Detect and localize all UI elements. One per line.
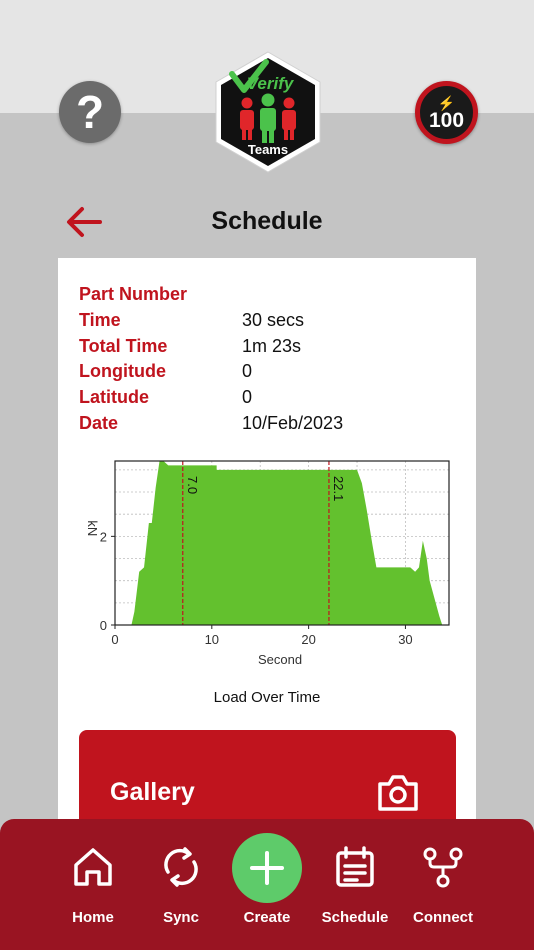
- create-button[interactable]: [232, 833, 302, 903]
- detail-list: Part Number Time 30 secs Total Time 1m 2…: [79, 282, 343, 436]
- logo-word: Verify: [247, 74, 295, 93]
- detail-label: Latitude: [79, 387, 149, 408]
- home-icon: [74, 848, 112, 886]
- detail-row-time: Time 30 secs: [79, 308, 343, 334]
- detail-value: 1m 23s: [242, 335, 302, 356]
- lightning-icon: ⚡: [437, 95, 456, 111]
- score-badge[interactable]: ⚡ 100: [415, 81, 478, 144]
- question-mark-icon: ?: [75, 86, 105, 138]
- detail-row-total-time: Total Time 1m 23s: [79, 333, 343, 359]
- detail-label: Date: [79, 412, 119, 433]
- detail-label: Part Number: [79, 284, 188, 305]
- load-chart-svg: 7.0 22.10 10 20 3002SecondkN: [85, 460, 450, 667]
- page-title: Schedule: [211, 207, 323, 235]
- x-tick-label: 10: [205, 632, 219, 647]
- nav-create[interactable]: Create: [226, 819, 308, 950]
- gallery-label: Gallery: [110, 778, 195, 806]
- x-tick-label: 20: [301, 632, 315, 647]
- plus-icon: [250, 851, 284, 885]
- load-area: [131, 461, 443, 625]
- connect-icon: [423, 847, 463, 888]
- y-axis-label: kN: [85, 520, 100, 536]
- x-tick-label: 0: [111, 632, 118, 647]
- nav-connect[interactable]: Connect: [402, 819, 484, 950]
- nav-schedule-label: Schedule: [321, 909, 389, 926]
- camera-icon: [378, 775, 418, 811]
- detail-label: Time: [79, 310, 121, 331]
- detail-value: 10/Feb/2023: [242, 412, 344, 433]
- detail-value: 0: [242, 361, 253, 382]
- help-button[interactable]: ?: [59, 81, 121, 143]
- detail-value: 30 secs: [242, 310, 305, 331]
- schedule-detail-card: Part Number Time 30 secs Total Time 1m 2…: [58, 258, 476, 860]
- marker-label: 22.1: [331, 476, 346, 501]
- y-tick-label: 0: [100, 618, 107, 633]
- sync-icon: [164, 847, 198, 887]
- detail-label: Total Time: [79, 335, 168, 356]
- detail-row-longitude: Longitude 0: [79, 359, 343, 385]
- x-tick-label: 30: [398, 632, 412, 647]
- nav-create-label: Create: [243, 909, 291, 926]
- load-chart: 7.0 22.1 0 10 20 30 0 2 Second kN: [78, 456, 458, 674]
- marker-label: 7.0: [185, 476, 200, 494]
- detail-row-date: Date 10/Feb/2023: [79, 410, 343, 436]
- chart-caption: Load Over Time: [213, 689, 321, 706]
- verify-teams-logo: Verify Teams: [212, 50, 324, 174]
- schedule-icon: [336, 846, 374, 887]
- detail-row-latitude: Latitude 0: [79, 385, 343, 411]
- nav-sync-label: Sync: [163, 909, 199, 926]
- x-axis-label: Second: [258, 652, 302, 667]
- score-value: 100: [428, 109, 465, 132]
- nav-sync[interactable]: Sync: [140, 819, 222, 950]
- detail-row-part-number: Part Number: [79, 282, 343, 308]
- nav-home[interactable]: Home: [52, 819, 134, 950]
- detail-label: Longitude: [79, 361, 166, 382]
- nav-connect-label: Connect: [413, 909, 473, 926]
- detail-value: 0: [242, 387, 253, 408]
- nav-home-label: Home: [72, 909, 114, 926]
- bottom-nav: Home Sync Create Schedule Connect: [0, 819, 534, 950]
- nav-schedule[interactable]: Schedule: [312, 819, 398, 950]
- logo-subtitle: Teams: [248, 142, 288, 157]
